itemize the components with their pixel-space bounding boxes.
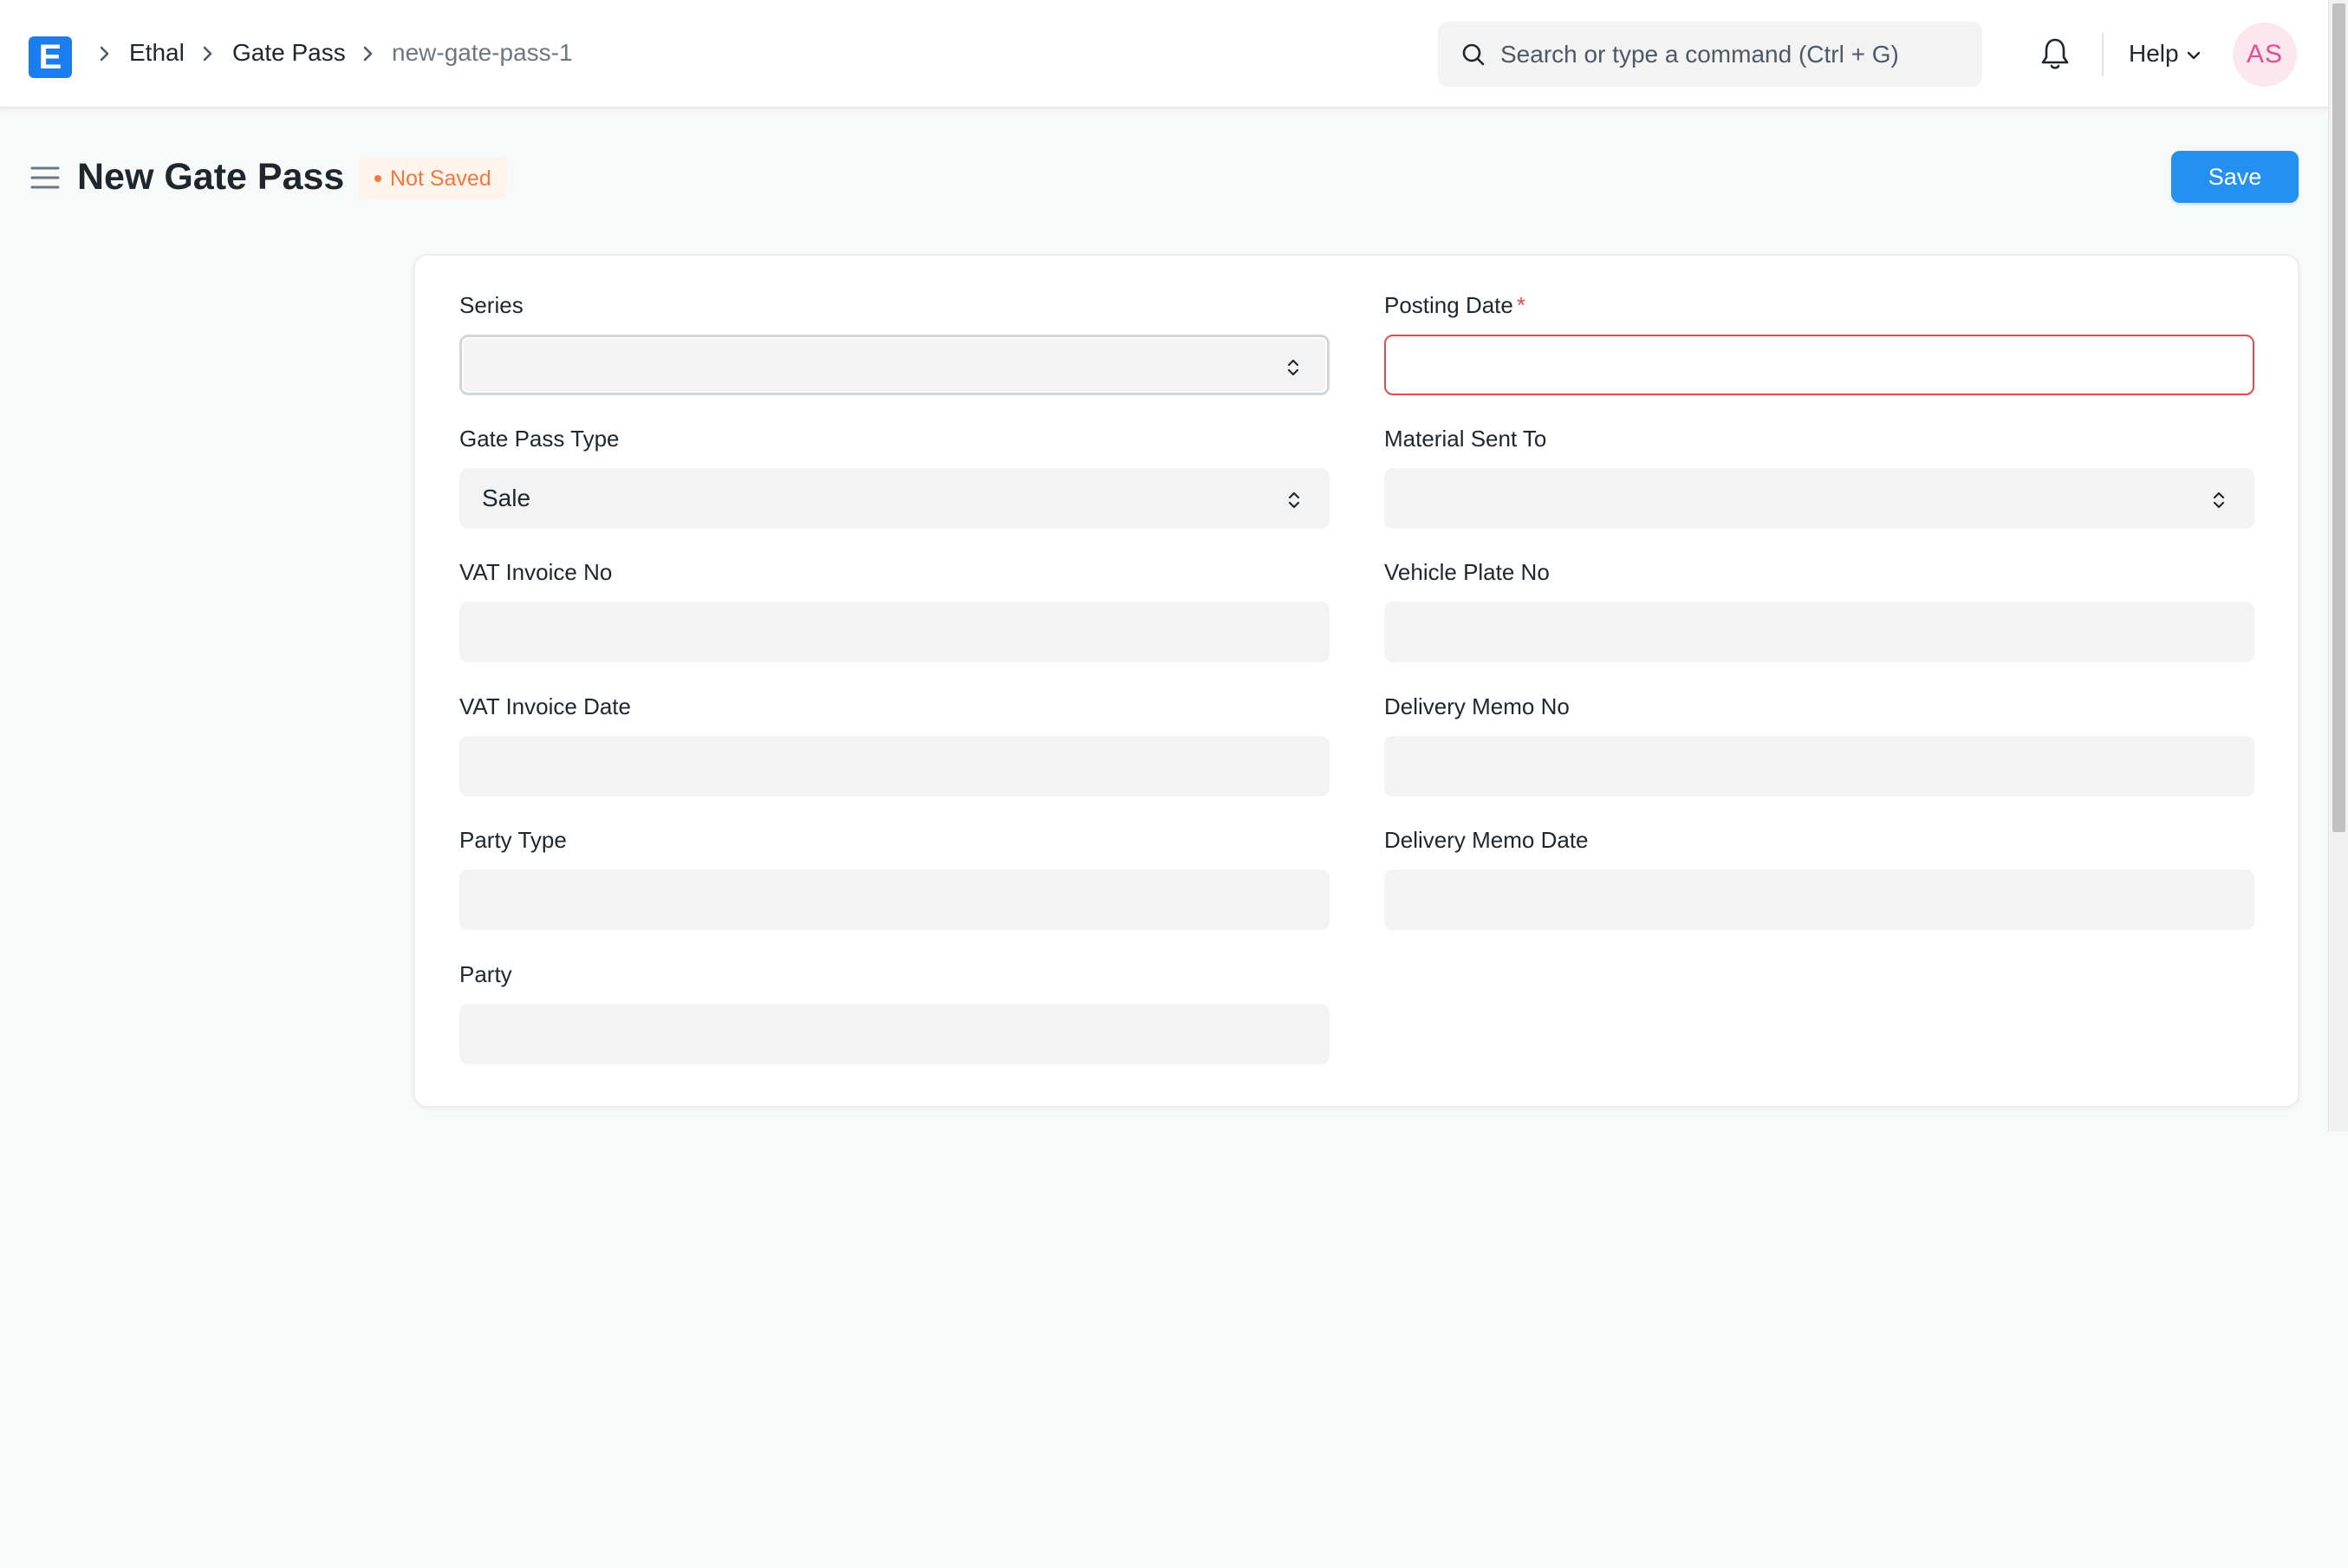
gate-pass-type-label: Gate Pass Type [459,426,620,452]
field-posting-date: Posting Date * [1384,291,2254,395]
gate-pass-type-select[interactable]: Sale [459,468,1330,529]
chevron-right-icon [198,42,218,66]
party-input[interactable] [459,1004,1330,1064]
party-type-input[interactable] [459,869,1330,930]
select-arrows-icon [1288,491,1300,509]
chevron-down-icon [2187,51,2200,60]
help-dropdown[interactable]: Help [2129,35,2202,73]
breadcrumb-ethal[interactable]: Ethal [129,37,185,68]
delivery-memo-no-input[interactable] [1384,736,2254,797]
field-vat-invoice-no: VAT Invoice No [459,558,1330,662]
vat-invoice-no-input[interactable] [459,602,1330,662]
status-text: Not Saved [390,166,491,191]
field-vehicle-plate-no: Vehicle Plate No [1384,558,2254,662]
field-gate-pass-type: Gate Pass Type Sale [459,425,1330,529]
status-dot [374,175,381,182]
app-root: E Ethal Gate Pass new-gate-pass-1 Search… [0,0,2348,1568]
posting-date-label: Posting Date * [1384,291,2254,319]
app-logo[interactable]: E [29,36,72,78]
party-label: Party [459,961,512,987]
delivery-memo-date-label: Delivery Memo Date [1384,827,1589,853]
hamburger-menu-icon[interactable] [29,165,61,191]
vat-invoice-date-label: VAT Invoice Date [459,693,631,719]
field-vat-invoice-date: VAT Invoice Date [459,693,1330,797]
posting-date-input[interactable] [1384,335,2254,395]
field-delivery-memo-no: Delivery Memo No [1384,693,2254,797]
vehicle-plate-no-input[interactable] [1384,602,2254,662]
chevron-right-icon [359,42,378,66]
page-background [0,1131,2348,1568]
breadcrumb-gate-pass[interactable]: Gate Pass [232,37,346,68]
page-title: New Gate Pass [77,156,345,198]
material-sent-to-label: Material Sent To [1384,426,1547,452]
party-type-label: Party Type [459,827,567,853]
navbar-divider [2102,33,2104,76]
form-card: Series Posting Date * Gate Pass Type Sale… [413,254,2299,1108]
field-series: Series [459,291,1330,395]
breadcrumb-current: new-gate-pass-1 [392,39,573,66]
select-arrows-icon [2213,491,2225,509]
gate-pass-type-value: Sale [482,485,531,511]
posting-date-label-text: Posting Date [1384,292,1513,318]
field-delivery-memo-date: Delivery Memo Date [1384,826,2254,930]
series-label: Series [459,292,524,318]
delivery-memo-date-input[interactable] [1384,869,2254,930]
select-arrows-icon [1287,359,1299,376]
status-badge: Not Saved [359,158,507,199]
awesomebar [1438,22,1982,87]
vat-invoice-date-input[interactable] [459,736,1330,797]
field-material-sent-to: Material Sent To [1384,425,2254,529]
app-logo-letter: E [38,38,62,76]
top-navbar: E Ethal Gate Pass new-gate-pass-1 Search… [0,0,2328,108]
chevron-right-icon [95,42,114,66]
required-indicator: * [1516,292,1525,318]
help-label: Help [2129,40,2179,67]
search-icon [1460,42,1486,68]
series-select[interactable] [459,335,1330,395]
field-party: Party [459,960,1330,1064]
field-party-type: Party Type [459,826,1330,930]
user-avatar[interactable]: AS [2233,23,2297,87]
vat-invoice-no-label: VAT Invoice No [459,559,613,585]
material-sent-to-select[interactable] [1384,468,2254,529]
delivery-memo-no-label: Delivery Memo No [1384,693,1570,719]
vehicle-plate-no-label: Vehicle Plate No [1384,559,1550,585]
save-button[interactable]: Save [2171,151,2299,203]
search-input[interactable] [1500,22,1968,87]
bell-icon[interactable] [2039,36,2071,71]
page-scrollbar[interactable] [2328,0,2348,1131]
scrollbar-thumb[interactable] [2332,3,2345,832]
